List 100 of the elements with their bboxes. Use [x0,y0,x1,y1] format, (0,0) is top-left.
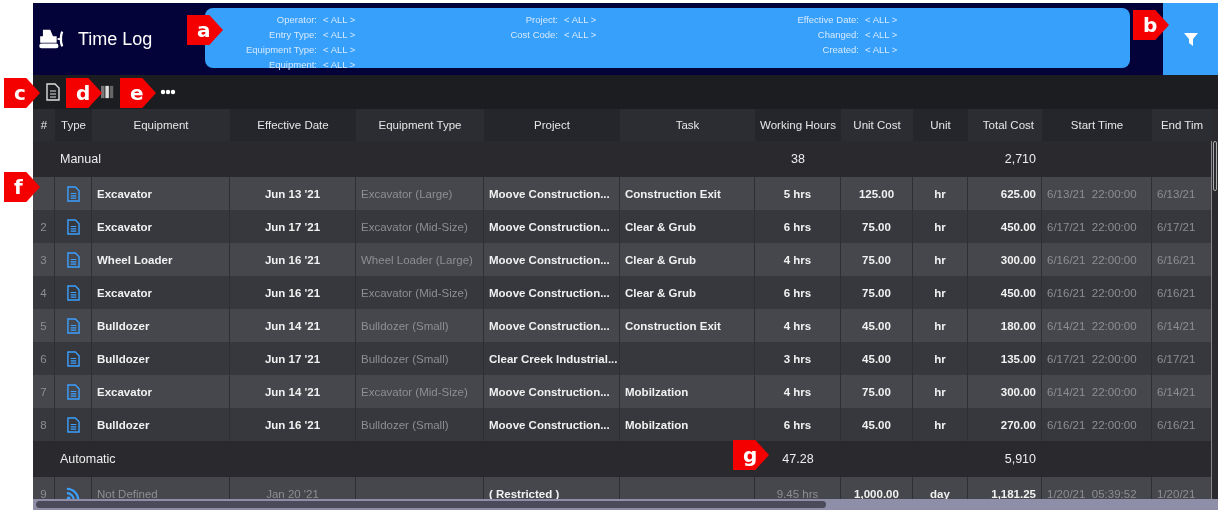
group-total: 2,710 [1003,152,1037,166]
scrollbar-thumb[interactable] [36,501,826,508]
table-cell: Construction Exit [625,319,721,332]
table-cell: Jun 16 '21 [264,253,321,266]
table-cell: hr [934,286,946,299]
document-icon [66,383,80,400]
table-cell: 45.00 [862,418,891,431]
table-cell: 6/14/21 [1157,319,1196,332]
table-cell: 6/16/21 22:00:00 [1047,286,1137,299]
window-title: Time Log [78,28,153,50]
table-cell: Excavator (Large) [361,187,453,200]
rss-icon [66,486,80,501]
filter-label: Cost Code: [510,28,558,42]
table-cell: 6/16/21 22:00:00 [1047,253,1137,266]
table-cell: 1/20/21 [1157,487,1196,500]
column-header[interactable]: Project [484,109,620,141]
table-cell: Jun 14 '21 [264,385,321,398]
table-cell: 4 hrs [783,385,812,398]
document-icon[interactable] [45,83,61,101]
table-cell: Excavator [97,385,152,398]
column-header[interactable]: End Tim [1152,109,1212,141]
table-cell: 45.00 [862,319,891,332]
table-cell: 6/16/21 [1157,253,1196,266]
group-label[interactable]: Automatic [55,452,230,466]
table-cell: 75.00 [862,253,891,266]
table-cell: 6/17/21 22:00:00 [1047,352,1137,365]
table-cell: 3 hrs [783,352,812,365]
table-cell: 180.00 [1000,319,1036,332]
column-header[interactable]: Type [55,109,92,141]
column-header[interactable]: Effective Date [230,109,356,141]
filter-label: Operator: [276,13,317,27]
filter-label: Created: [822,43,859,57]
table-cell: 8 [40,418,47,431]
table-cell: 6/16/21 22:00:00 [1047,418,1137,431]
table-cell: Moove Construction... [489,286,610,299]
table-cell: Clear & Grub [625,220,696,233]
table-cell: Jun 14 '21 [264,319,321,332]
column-header[interactable]: Equipment [92,109,230,141]
filter-value: < ALL > [865,13,898,27]
filter-label: Project: [525,13,558,27]
column-header[interactable]: Working Hours [755,109,841,141]
table-cell: hr [934,187,946,200]
table-cell: Excavator [97,286,152,299]
column-header[interactable]: Total Cost [968,109,1042,141]
table-cell: 6/17/21 [1157,220,1196,233]
table-cell: Bulldozer [97,352,150,365]
table-cell: hr [934,253,946,266]
table-cell: 1,000.00 [854,487,899,500]
table-cell: Mobilzation [625,385,689,398]
column-header[interactable]: Task [620,109,755,141]
table-cell: Moove Construction... [489,253,610,266]
table-cell: 4 [40,286,47,299]
table-cell: Bulldozer (Small) [361,418,449,431]
table-cell: 6/14/21 22:00:00 [1047,319,1137,332]
group-total: 5,910 [1003,452,1037,466]
table-cell: 450.00 [1000,286,1036,299]
column-header[interactable]: Unit Cost [841,109,913,141]
column-header[interactable]: # [33,109,55,141]
filter-label: Equipment Type: [245,43,317,57]
table-cell: 6/14/21 22:00:00 [1047,385,1137,398]
table-cell: hr [934,319,946,332]
table-cell: hr [934,385,946,398]
group-label[interactable]: Manual [55,152,230,166]
table-cell: 6/14/21 [1157,385,1196,398]
column-header[interactable]: Unit [913,109,968,141]
group-total: 47.28 [781,452,815,466]
column-header[interactable]: Equipment Type [356,109,484,141]
table-cell: Jun 16 '21 [264,286,321,299]
columns-icon[interactable] [101,84,115,100]
table-cell: 75.00 [862,286,891,299]
table-cell: Bulldozer [97,319,150,332]
table-cell: 7 [40,385,47,398]
table-cell: 75.00 [862,220,891,233]
table-cell: Excavator [97,187,152,200]
document-icon [66,317,80,334]
filter-label: Effective Date: [797,13,859,27]
filter-value: < ALL > [865,43,898,57]
more-icon[interactable] [160,89,176,95]
table-cell: 5 hrs [783,187,812,200]
table-cell: 5 [40,319,47,332]
table-cell: Excavator [97,220,152,233]
table-cell: 125.00 [858,187,895,200]
horizontal-scrollbar[interactable] [33,499,1218,510]
filter-value: < ALL > [564,13,597,27]
table-cell: Clear & Grub [625,253,696,266]
table-cell: Wheel Loader [97,253,173,266]
table-cell: 300.00 [1000,253,1036,266]
table-cell: 6 hrs [783,286,812,299]
table-cell: 3 [40,253,47,266]
table-cell: 6 hrs [783,418,812,431]
document-icon [66,284,80,301]
table-cell: 1,181.25 [991,487,1036,500]
table-cell: hr [934,352,946,365]
scrollbar-thumb[interactable] [1213,141,1217,191]
column-header[interactable]: Start Time [1042,109,1152,141]
table-cell: 45.00 [862,352,891,365]
document-icon [66,185,80,202]
table-cell: 6/17/21 22:00:00 [1047,220,1137,233]
table-cell: 6 hrs [783,220,812,233]
table-cell: Bulldozer (Small) [361,352,449,365]
